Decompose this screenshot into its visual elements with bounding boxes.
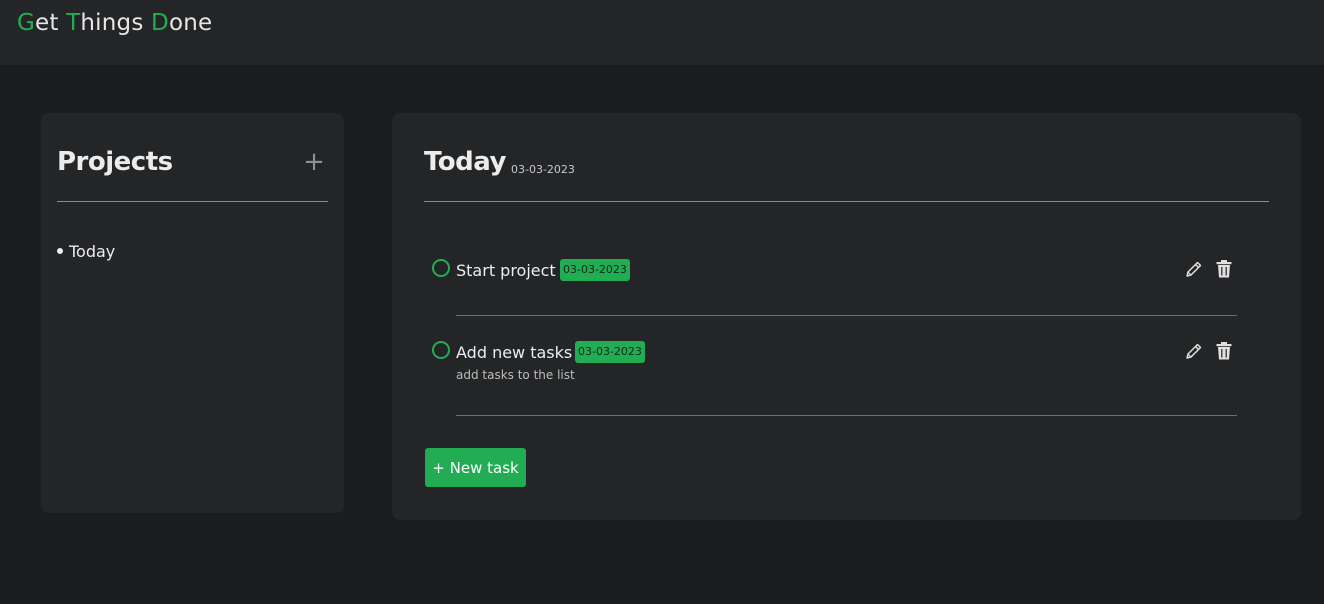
app-header: Get Things Done [0,0,1324,65]
app-logo: Get Things Done [17,10,213,36]
plus-icon[interactable]: + [301,149,327,175]
sidebar-item-label: Today [69,242,116,261]
task-description: add tasks to the list [456,368,575,382]
task-divider [456,415,1237,416]
task-panel: Today 03-03-2023 Start project 03-03-202… [392,113,1301,520]
new-task-button[interactable]: + New task [425,448,526,487]
pencil-icon[interactable] [1184,341,1204,361]
task-title: Start project [456,261,556,280]
sidebar-item-today[interactable]: Today [57,242,115,266]
page-title: Today [424,147,506,177]
pencil-icon[interactable] [1184,259,1204,279]
projects-sidebar: Projects + Today [41,113,344,513]
task-title: Add new tasks [456,343,573,362]
sidebar-divider [57,201,328,202]
due-date-badge: 03-03-2023 [575,341,645,363]
due-date-badge: 03-03-2023 [560,259,630,281]
task-divider [456,315,1237,316]
bullet-icon [57,247,63,254]
task-checkbox[interactable] [432,341,450,359]
trash-icon[interactable] [1215,259,1233,279]
header-divider [424,201,1269,202]
task-checkbox[interactable] [432,259,450,277]
page-date: 03-03-2023 [511,163,575,176]
trash-icon[interactable] [1215,341,1233,361]
projects-title: Projects [57,147,173,177]
